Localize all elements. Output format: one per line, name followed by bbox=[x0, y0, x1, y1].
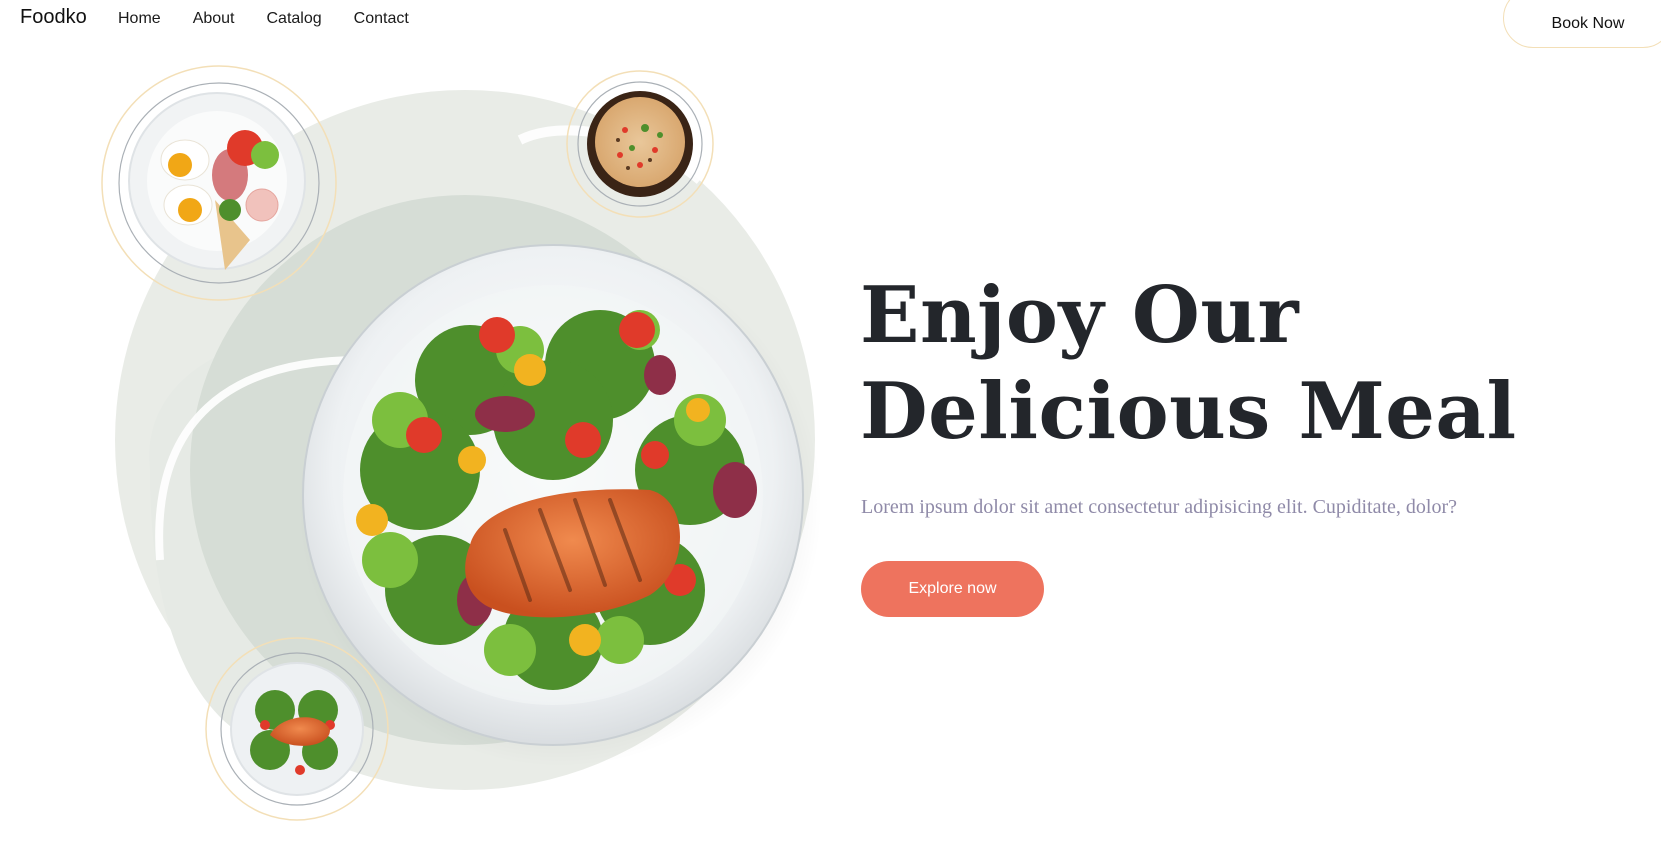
book-now-button[interactable]: Book Now bbox=[1503, 0, 1661, 48]
hero-title-line-1: Enjoy Our bbox=[860, 270, 1300, 361]
hero-illustration bbox=[101, 65, 822, 821]
rice-bowl-image bbox=[566, 70, 714, 218]
explore-now-button[interactable]: Explore now bbox=[861, 561, 1044, 617]
hero-title-line-2: Delicious Meal bbox=[860, 366, 1517, 457]
hero-title: Enjoy Our Delicious Meal bbox=[860, 268, 1517, 460]
hero-subtitle: Lorem ipsum dolor sit amet consectetur a… bbox=[861, 496, 1457, 518]
hero-visual bbox=[0, 0, 840, 845]
main-plate-image bbox=[298, 243, 822, 767]
